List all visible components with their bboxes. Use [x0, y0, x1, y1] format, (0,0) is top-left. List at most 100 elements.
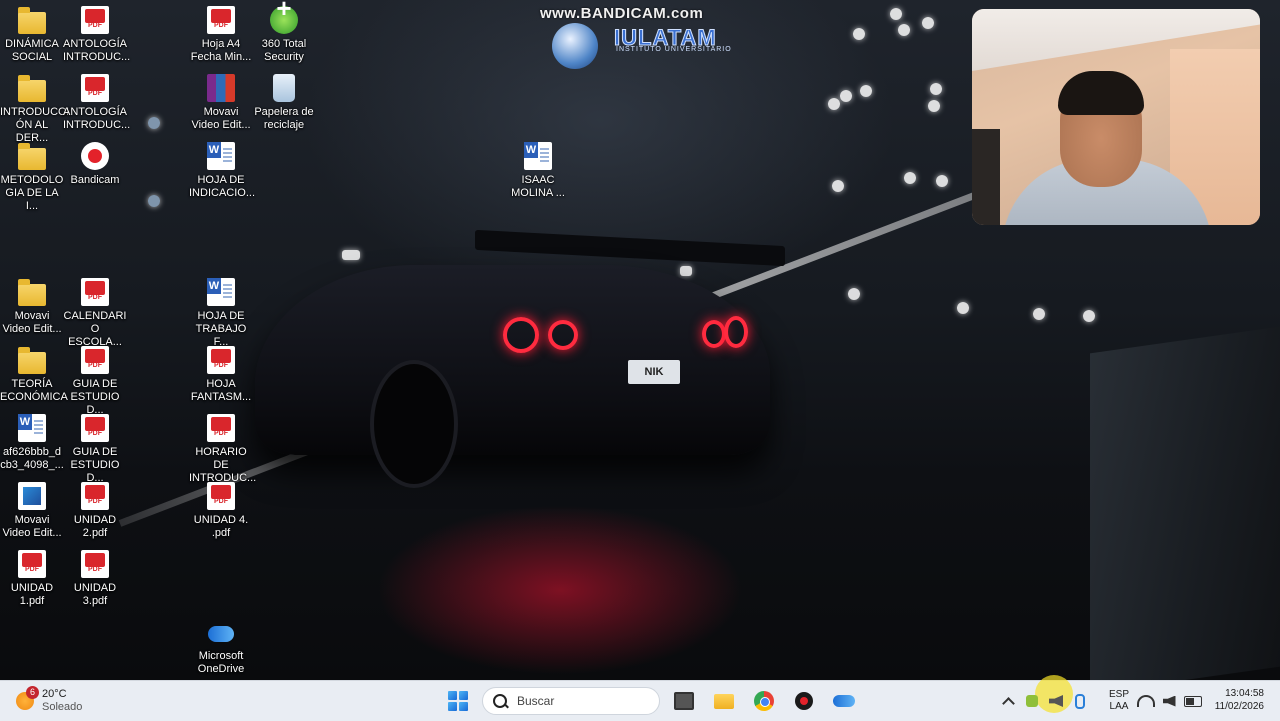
wallpaper-light: [342, 250, 360, 260]
desktop-icon[interactable]: UNIDAD 3.pdf: [63, 550, 127, 608]
desktop-icon[interactable]: GUIA DE ESTUDIO D...: [63, 346, 127, 417]
desktop-icon[interactable]: INTRODUCCI ÓN AL DER...: [0, 74, 70, 145]
windows-logo-icon: [448, 691, 468, 711]
tray-app-icon: [1026, 695, 1038, 707]
desktop-icon[interactable]: CALENDARI O ESCOLA...: [63, 278, 127, 349]
wallpaper-wall: [1090, 326, 1280, 680]
folder-icon: [18, 7, 46, 34]
word-icon: [207, 142, 235, 170]
car-tail-light: [548, 320, 578, 350]
language-indicator[interactable]: ESP LAA: [1102, 689, 1136, 713]
desktop-icon[interactable]: UNIDAD 4. .pdf: [189, 482, 253, 540]
pdf-icon: [81, 482, 109, 510]
desktop-icon-label: GUIA DE ESTUDIO D...: [70, 446, 120, 484]
desktop-icon[interactable]: Hoja A4 Fecha Min...: [189, 6, 253, 64]
file-explorer-button[interactable]: [708, 685, 740, 717]
weather-temperature: 20°C: [42, 688, 67, 700]
chrome-icon: [754, 691, 774, 711]
desktop-icon-label: DINÁMICA SOCIAL: [5, 38, 59, 63]
pdf-icon: [81, 550, 109, 578]
wallpaper-light: [930, 83, 942, 95]
wallpaper-light: [928, 100, 940, 112]
bandicam-taskbar-button[interactable]: [788, 685, 820, 717]
show-hidden-icons-button[interactable]: [996, 681, 1020, 721]
desktop-icon[interactable]: HOJA DE TRABAJO F...: [189, 278, 253, 349]
weather-widget[interactable]: 6 20°C Soleado: [16, 686, 82, 715]
recording-watermark: www.BANDICAM.com IULATAM INSTITUTO UNIVE…: [540, 5, 740, 69]
pdf-icon: [81, 346, 109, 374]
taskbar-search[interactable]: Buscar: [482, 687, 660, 715]
wifi-icon: [1136, 695, 1155, 707]
desktop-icon-label: TEORÍA ECONÓMICA: [0, 378, 68, 403]
desktop-icon[interactable]: Movavi Video Edit...: [189, 74, 253, 132]
wallpaper-light: [680, 266, 692, 276]
chevron-up-icon: [1001, 696, 1015, 710]
pdf-icon: [207, 6, 235, 34]
word-icon: [524, 142, 552, 170]
task-view-icon: [674, 692, 694, 710]
wallpaper-light: [840, 90, 852, 102]
webcam-person-hair: [1058, 71, 1144, 115]
wallpaper-light: [853, 28, 865, 40]
onedrive-icon: [206, 618, 236, 646]
desktop-icon[interactable]: Papelera de reciclaje: [252, 74, 316, 132]
desktop-icon[interactable]: DINÁMICA SOCIAL: [0, 6, 64, 64]
onedrive-taskbar-button[interactable]: [828, 685, 860, 717]
desktop-icon-label: HORARIO DE INTRODUC...: [189, 446, 257, 484]
webcam-overlay: [972, 9, 1260, 225]
desktop-icon-label: Hoja A4 Fecha Min...: [190, 38, 252, 63]
wallpaper-light: [922, 17, 934, 29]
desktop-icon[interactable]: Movavi Video Edit...: [0, 482, 64, 540]
folder-icon: [18, 347, 46, 374]
desktop-icon[interactable]: TEORÍA ECONÓMICA: [0, 346, 68, 404]
bandicam-icon: [81, 142, 109, 170]
onedrive-icon: [833, 695, 855, 707]
chrome-button[interactable]: [748, 685, 780, 717]
quick-settings-button[interactable]: [1136, 681, 1202, 721]
wallpaper-light: [1083, 310, 1095, 322]
desktop-icon[interactable]: HOJA FANTASM...: [189, 346, 253, 404]
microphone-button[interactable]: [1068, 681, 1092, 721]
wallpaper-light: [957, 302, 969, 314]
desktop-icon[interactable]: ANTOLOGÍA INTRODUC...: [63, 6, 130, 64]
pdf-icon: [81, 414, 109, 442]
desktop-icon-label: UNIDAD 1.pdf: [10, 582, 54, 607]
desktop-icon[interactable]: HOJA DE INDICACIO...: [189, 142, 256, 200]
wallpaper-light: [828, 98, 840, 110]
desktop-icon[interactable]: ANTOLOGÍA INTRODUC...: [63, 74, 130, 132]
desktop-icon[interactable]: Movavi Video Edit...: [0, 278, 64, 336]
keyboard-layout: LAA: [1109, 701, 1129, 712]
word-icon: [18, 414, 46, 442]
task-view-button[interactable]: [668, 685, 700, 717]
pdf-icon: [207, 346, 235, 374]
desktop-icon-label: HOJA FANTASM...: [190, 378, 252, 403]
start-button[interactable]: [442, 685, 474, 717]
taskbar-apps: Buscar: [442, 685, 860, 717]
pdf-icon: [81, 6, 109, 34]
desktop-icon[interactable]: Bandicam: [63, 142, 127, 187]
desktop-icon[interactable]: UNIDAD 2.pdf: [63, 482, 127, 540]
wallpaper-light: [898, 24, 910, 36]
desktop-icon-label: Movavi Video Edit...: [2, 514, 62, 539]
desktop-icon[interactable]: Microsoft OneDrive: [189, 618, 253, 676]
taskbar-clock[interactable]: 13:04:58 11/02/2026: [1215, 687, 1264, 713]
desktop-icon[interactable]: METODOLO GIA DE LA I...: [0, 142, 64, 213]
desktop-icon-label: UNIDAD 4. .pdf: [193, 514, 249, 539]
desktop-icon-label: GUIA DE ESTUDIO D...: [70, 378, 120, 416]
desktop-icon[interactable]: af626bbb_d cb3_4098_...: [0, 414, 64, 472]
tray-muted-button[interactable]: [1044, 681, 1068, 721]
globe-logo-icon: [552, 23, 598, 69]
desktop-icon[interactable]: ISAAC MOLINA ...: [506, 142, 570, 200]
desktop-icon[interactable]: 360 Total Security: [252, 2, 316, 64]
desktop-icon-label: 360 Total Security: [261, 38, 307, 63]
tray-app-button[interactable]: [1020, 681, 1044, 721]
desktop-icon[interactable]: HORARIO DE INTRODUC...: [189, 414, 257, 485]
desktop-icon-label: CALENDARI O ESCOLA...: [63, 310, 127, 348]
desktop-icon-label: INTRODUCCI ÓN AL DER...: [0, 106, 70, 144]
wallpaper-light: [148, 195, 160, 207]
folder-icon: [714, 693, 734, 709]
desktop-icon-label: METODOLO GIA DE LA I...: [0, 174, 64, 212]
desktop-icon[interactable]: GUIA DE ESTUDIO D...: [63, 414, 127, 485]
desktop-icon-label: HOJA DE INDICACIO...: [189, 174, 256, 199]
desktop-icon[interactable]: UNIDAD 1.pdf: [0, 550, 64, 608]
